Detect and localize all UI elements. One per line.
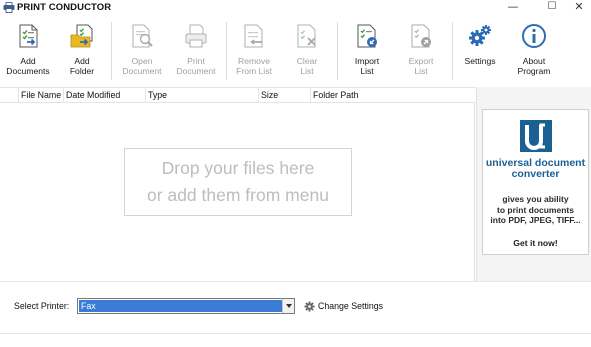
- remove-from-list-label: Remove From List: [236, 56, 272, 76]
- settings-button[interactable]: Settings: [456, 18, 504, 84]
- ad-description: gives you ability to print documents int…: [490, 194, 581, 225]
- divider: [0, 333, 591, 334]
- settings-label: Settings: [464, 56, 496, 66]
- printer-icon: [185, 24, 207, 48]
- gear-icon: [304, 300, 315, 312]
- window-title: PRINT CONDUCTOR: [17, 2, 112, 13]
- add-folder-button[interactable]: Add Folder: [57, 18, 107, 84]
- list-export-icon: [411, 24, 431, 48]
- list-clear-icon: [297, 24, 316, 48]
- document-magnify-icon: [132, 24, 153, 48]
- column-header-size[interactable]: Size: [258, 88, 310, 103]
- drop-hint-line1: Drop your files here: [161, 158, 315, 178]
- change-settings-label: Change Settings: [318, 301, 384, 311]
- clear-list-label: Clear List: [296, 56, 318, 76]
- printer-selected-value: Fax: [79, 300, 282, 312]
- open-document-label: Open Document: [122, 56, 162, 76]
- printer-dropdown[interactable]: Fax: [77, 298, 295, 314]
- column-header-folder-path[interactable]: Folder Path: [310, 88, 475, 103]
- info-icon: [522, 24, 546, 48]
- toolbar-separator: [452, 22, 453, 80]
- toolbar-separator: [226, 22, 227, 80]
- change-settings-button[interactable]: Change Settings: [304, 299, 383, 313]
- export-list-label: Export List: [408, 56, 434, 76]
- list-import-icon: [357, 24, 377, 48]
- minimize-button[interactable]: —: [502, 0, 524, 14]
- print-document-button[interactable]: Print Document: [170, 18, 222, 84]
- print-document-label: Print Document: [176, 56, 216, 76]
- column-header-type[interactable]: Type: [145, 88, 258, 103]
- universal-document-converter-logo: [520, 120, 552, 152]
- file-list-header: File Name Date Modified Type Size Folder…: [0, 87, 475, 103]
- open-document-button[interactable]: Open Document: [116, 18, 168, 84]
- column-header-date-modified[interactable]: Date Modified: [63, 88, 145, 103]
- printer-app-icon: [3, 2, 15, 13]
- clear-list-button[interactable]: Clear List: [282, 18, 332, 84]
- close-button[interactable]: ✕: [568, 0, 590, 14]
- add-documents-button[interactable]: Add Documents: [0, 18, 56, 84]
- column-header-file-name[interactable]: File Name: [18, 88, 63, 103]
- divider: [0, 281, 591, 282]
- folder-add-icon: [70, 24, 93, 48]
- title-bar: PRINT CONDUCTOR — ☐ ✕: [0, 0, 591, 16]
- toolbar-separator: [337, 22, 338, 80]
- gears-icon: [469, 25, 491, 46]
- maximize-button[interactable]: ☐: [541, 0, 563, 14]
- document-add-icon: [19, 24, 38, 48]
- drop-hint-line2: or add them from menu: [147, 185, 329, 205]
- drop-zone[interactable]: Drop your files here or add them from me…: [124, 148, 352, 216]
- remove-from-list-button[interactable]: Remove From List: [229, 18, 279, 84]
- ad-get-it-now-link[interactable]: Get it now!: [483, 238, 588, 248]
- select-printer-label: Select Printer:: [14, 301, 70, 311]
- import-list-button[interactable]: Import List: [341, 18, 393, 84]
- ad-banner[interactable]: universal document converter gives you a…: [482, 109, 589, 255]
- toolbar: Add Documents Add Folder Open Document P…: [0, 18, 591, 84]
- toolbar-separator: [111, 22, 112, 80]
- chevron-down-icon[interactable]: [282, 299, 294, 313]
- export-list-button[interactable]: Export List: [395, 18, 447, 84]
- add-folder-label: Add Folder: [69, 56, 95, 76]
- add-documents-label: Add Documents: [6, 56, 50, 76]
- ad-title: universal document converter: [485, 157, 586, 180]
- about-program-label: About Program: [517, 56, 551, 76]
- document-remove-icon: [244, 24, 263, 48]
- import-list-label: Import List: [354, 56, 380, 76]
- about-program-button[interactable]: About Program: [508, 18, 560, 84]
